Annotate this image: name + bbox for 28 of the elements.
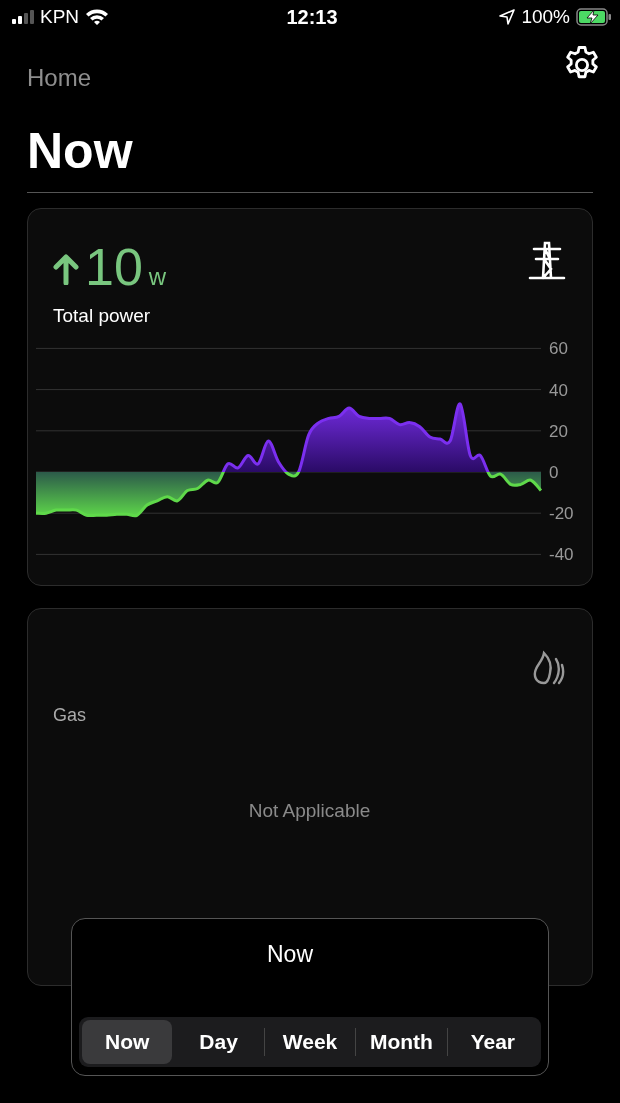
battery-percentage: 100%: [521, 6, 570, 28]
period-tab[interactable]: Month: [356, 1020, 447, 1064]
power-pylon-icon: [528, 241, 566, 281]
axis-tick-label: 60: [549, 339, 568, 359]
period-tab[interactable]: Day: [173, 1020, 264, 1064]
wifi-icon: [85, 8, 110, 26]
page-title: Now: [27, 122, 593, 193]
signal-icon: [12, 10, 34, 24]
period-tab[interactable]: Year: [447, 1020, 539, 1064]
gas-label: Gas: [53, 705, 86, 726]
battery-charging-icon: [576, 8, 612, 26]
period-tab[interactable]: Week: [264, 1020, 356, 1064]
power-label: Total power: [53, 305, 151, 327]
axis-tick-label: 40: [549, 380, 568, 400]
arrow-up-icon: [53, 253, 79, 285]
axis-tick-label: 20: [549, 421, 568, 441]
power-unit: w: [148, 263, 167, 291]
empty-message: Not Applicable: [247, 800, 372, 822]
clock-time: 12:13: [286, 5, 338, 29]
power-value: 10: [85, 241, 143, 293]
axis-tick-label: 0: [549, 463, 559, 482]
carrier-name: KPN: [40, 6, 80, 28]
axis-tick-label: -20: [549, 504, 574, 524]
panel-title: Now: [266, 941, 314, 969]
period-tab[interactable]: Now: [82, 1020, 173, 1064]
axis-tick-label: -40: [549, 545, 574, 565]
location-icon: [499, 9, 516, 25]
back-link[interactable]: Home: [27, 64, 92, 92]
